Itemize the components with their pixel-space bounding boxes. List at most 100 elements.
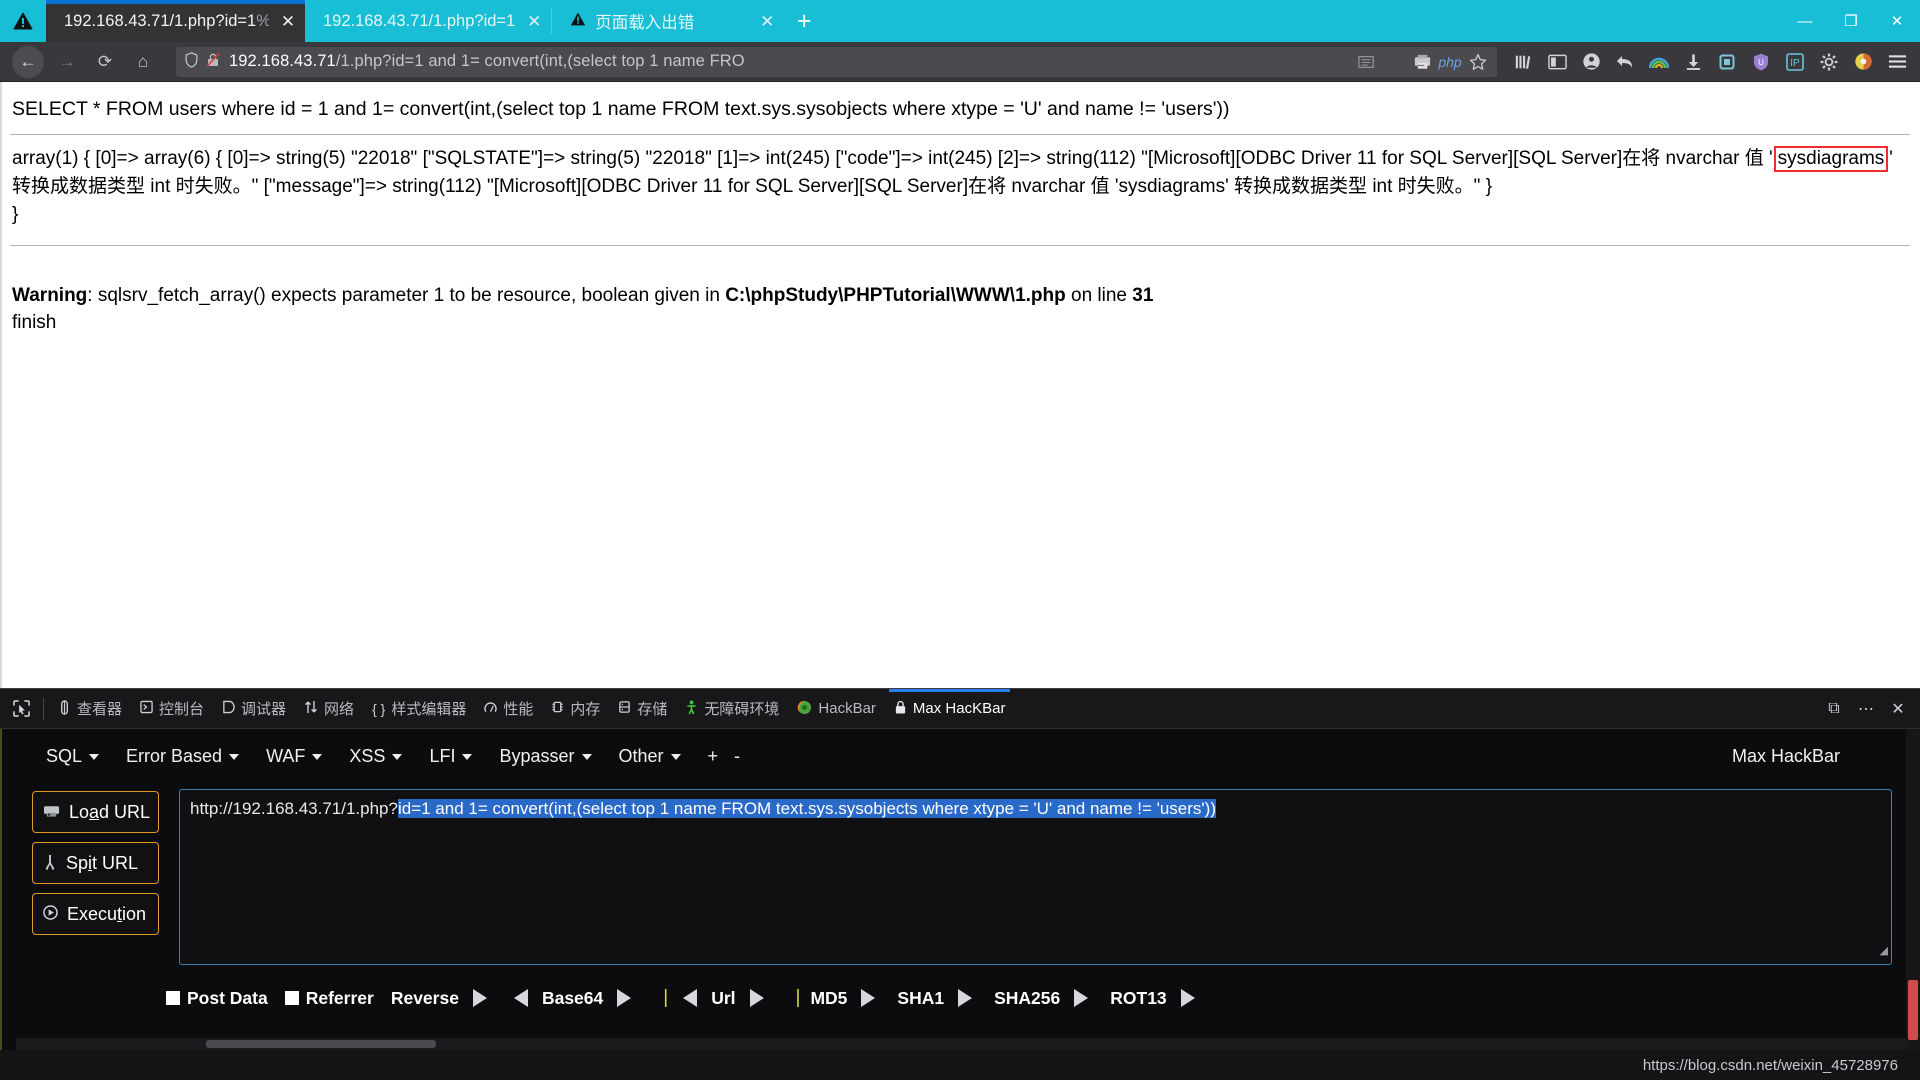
- base64-group[interactable]: Base64: [509, 988, 636, 1009]
- execute-icon: [43, 905, 58, 923]
- browser-tab-2[interactable]: 192.168.43.71/1.php?id=1 ✕: [305, 0, 551, 42]
- url-host: 192.168.43.71: [229, 52, 336, 70]
- palette-icon[interactable]: [1847, 46, 1879, 78]
- reload-button[interactable]: ⟳: [88, 47, 122, 77]
- split-url-button[interactable]: Spit URL: [32, 842, 159, 884]
- reader-mode-icon[interactable]: [1353, 49, 1379, 75]
- sql-query-line: SELECT * FROM users where id = 1 and 1= …: [12, 98, 1230, 120]
- resize-handle[interactable]: ◢: [1880, 940, 1888, 962]
- devtools-tab-performance[interactable]: 性能: [475, 689, 542, 728]
- menu-icon[interactable]: [1881, 46, 1913, 78]
- broken-lock-icon[interactable]: [205, 52, 221, 71]
- devtools-tab-label: Max HacKBar: [912, 700, 1006, 717]
- dock-icon[interactable]: ⧉: [1818, 690, 1850, 728]
- browser-tab-3[interactable]: 页面载入出错 ✕: [552, 0, 784, 42]
- window-maximize-button[interactable]: ❐: [1828, 0, 1874, 42]
- ublock-icon[interactable]: U: [1745, 46, 1777, 78]
- base64-encode-arrow-icon[interactable]: [617, 989, 632, 1007]
- shield-icon[interactable]: [184, 52, 199, 71]
- load-url-button[interactable]: Load URL: [32, 791, 159, 833]
- meatball-menu-icon[interactable]: ⋯: [1850, 690, 1882, 728]
- devtools-tab-debugger[interactable]: 调试器: [213, 689, 295, 728]
- sidebar-icon[interactable]: [1541, 46, 1573, 78]
- menu-other[interactable]: Other: [613, 742, 702, 771]
- reverse-encode-arrow-icon[interactable]: [472, 989, 487, 1007]
- library-icon[interactable]: [1507, 46, 1539, 78]
- url-encode-group[interactable]: Url: [678, 988, 768, 1009]
- new-tab-button[interactable]: +: [784, 0, 824, 42]
- hackbar-title: Max HackBar: [1731, 745, 1840, 766]
- account-icon[interactable]: [1575, 46, 1607, 78]
- php-badge-icon[interactable]: php: [1437, 49, 1463, 75]
- referrer-checkbox[interactable]: [284, 991, 299, 1005]
- base64-decode-arrow-icon[interactable]: [513, 989, 528, 1007]
- devtools-tab-console[interactable]: 控制台: [131, 689, 213, 728]
- crop-icon[interactable]: [1711, 46, 1743, 78]
- sha256-hash-arrow-icon[interactable]: [1074, 989, 1089, 1007]
- forward-button[interactable]: →: [50, 47, 84, 77]
- download-icon[interactable]: [1677, 46, 1709, 78]
- browser-tab-1[interactable]: 192.168.43.71/1.php?id=1%2 ✕: [46, 0, 305, 42]
- close-icon[interactable]: ✕: [1882, 690, 1914, 728]
- url-encode-arrow-icon[interactable]: [749, 989, 764, 1007]
- page-actions-icon[interactable]: page-actions-icon: [1381, 49, 1407, 75]
- star-icon[interactable]: [1465, 49, 1491, 75]
- tab-3-close-icon[interactable]: ✕: [758, 13, 776, 30]
- save-to-pocket-icon[interactable]: [1409, 49, 1435, 75]
- menu-lfi[interactable]: LFI: [423, 742, 493, 771]
- sha256-group[interactable]: SHA256: [994, 988, 1093, 1009]
- url-decode-arrow-icon[interactable]: [683, 989, 698, 1007]
- devtools-tab-max-hackbar[interactable]: Max HacKBar: [885, 689, 1015, 728]
- settings-icon[interactable]: [1813, 46, 1845, 78]
- md5-hash-arrow-icon[interactable]: [861, 989, 876, 1007]
- home-button[interactable]: ⌂: [126, 47, 160, 77]
- menu-sql[interactable]: SQL: [40, 742, 120, 771]
- scrollbar-thumb[interactable]: [1908, 980, 1918, 1040]
- devtools-tab-hackbar[interactable]: HackBar: [788, 689, 885, 728]
- url-textarea[interactable]: http://192.168.43.71/1.php?id=1 and 1= c…: [179, 789, 1892, 965]
- window-close-button[interactable]: ✕: [1874, 0, 1920, 42]
- rot13-group[interactable]: ROT13: [1110, 988, 1199, 1009]
- devtools-tab-storage[interactable]: 存储: [609, 689, 676, 728]
- post-data-checkbox-group[interactable]: Post Data: [166, 988, 268, 1009]
- rainbow-icon[interactable]: [1643, 46, 1675, 78]
- url-bar[interactable]: 192.168.43.71/1.php?id=1 and 1= convert(…: [176, 46, 1497, 77]
- warning-line-number: 31: [1132, 285, 1154, 306]
- tab-1-close-icon[interactable]: ✕: [279, 13, 297, 30]
- tab-2-close-icon[interactable]: ✕: [525, 13, 543, 30]
- sha1-group[interactable]: SHA1: [897, 988, 977, 1009]
- sha1-hash-arrow-icon[interactable]: [958, 989, 973, 1007]
- menu-waf[interactable]: WAF: [260, 742, 343, 771]
- element-picker-icon[interactable]: [4, 690, 38, 728]
- menu-error-based[interactable]: Error Based: [120, 742, 260, 771]
- md5-group[interactable]: MD5: [810, 988, 880, 1009]
- devtools-tab-accessibility[interactable]: 无障碍环境: [676, 689, 788, 728]
- content-divider-2: [10, 245, 1910, 246]
- scrollbar-thumb-horizontal[interactable]: [206, 1040, 436, 1048]
- proxy-icon[interactable]: IP: [1779, 46, 1811, 78]
- devtools-tabbar: 查看器 控制台 调试器 网络 { } 样式编辑器 性能 内存 存储 无障碍环境 …: [0, 689, 1920, 729]
- menu-add-button[interactable]: +: [702, 742, 729, 771]
- url-text[interactable]: 192.168.43.71/1.php?id=1 and 1= convert(…: [229, 52, 1353, 71]
- referrer-checkbox-group[interactable]: Referrer: [284, 988, 374, 1009]
- menu-remove-button[interactable]: -: [728, 742, 750, 771]
- window-minimize-button[interactable]: —: [1782, 0, 1828, 42]
- hackbar-horizontal-scrollbar[interactable]: [16, 1038, 1906, 1050]
- rot13-encode-arrow-icon[interactable]: [1180, 989, 1195, 1007]
- devtools-tab-network[interactable]: 网络: [295, 689, 363, 728]
- tab-title: 192.168.43.71/1.php?id=1%2: [64, 12, 269, 31]
- window-warning-icon: [0, 0, 46, 42]
- back-button[interactable]: ←: [12, 45, 44, 78]
- hackbar-url-area: http://192.168.43.71/1.php?id=1 and 1= c…: [179, 789, 1892, 965]
- devtools-tab-memory[interactable]: 内存: [542, 689, 609, 728]
- menu-bypasser[interactable]: Bypasser: [493, 742, 612, 771]
- devtools-tab-style-editor[interactable]: { } 样式编辑器: [363, 689, 475, 728]
- undo-icon[interactable]: [1609, 46, 1641, 78]
- menu-xss[interactable]: XSS: [343, 742, 423, 771]
- devtools-tab-inspector[interactable]: 查看器: [49, 689, 131, 728]
- execution-button[interactable]: Execution: [32, 893, 159, 935]
- hackbar-vertical-scrollbar[interactable]: [1906, 729, 1920, 1050]
- reverse-group[interactable]: Reverse: [391, 988, 492, 1009]
- chevron-down-icon: [670, 753, 681, 760]
- post-data-checkbox[interactable]: [166, 991, 180, 1005]
